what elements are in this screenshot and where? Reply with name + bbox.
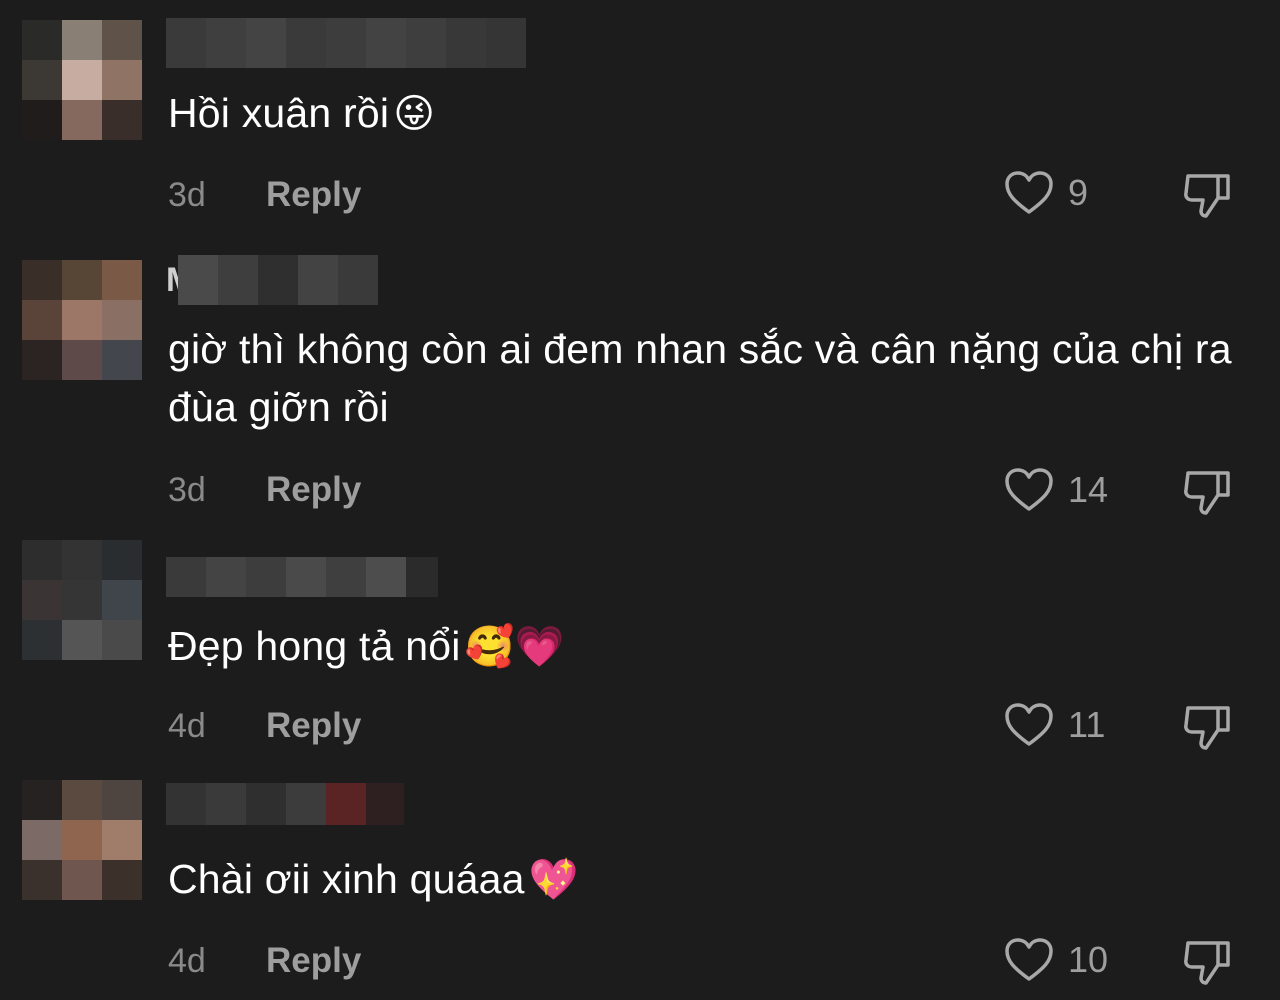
comment-text: Chài ơii xinh quáaa 💖 bbox=[168, 850, 1248, 909]
reply-button[interactable]: Reply bbox=[266, 706, 361, 746]
username-initial: M bbox=[166, 255, 178, 305]
dislike-button[interactable] bbox=[1182, 168, 1234, 220]
comment-timestamp: 3d bbox=[168, 176, 206, 214]
comment-text: Hồi xuân rồi 😜 bbox=[168, 84, 1248, 143]
heart-icon bbox=[1005, 938, 1053, 981]
like-button[interactable]: 10 bbox=[1004, 937, 1108, 983]
dislike-button[interactable] bbox=[1182, 935, 1234, 987]
comment-emoji: 💖 bbox=[528, 857, 579, 903]
comment-text: giờ thì không còn ai đem nhan sắc và cân… bbox=[168, 320, 1248, 436]
like-count: 9 bbox=[1068, 172, 1089, 213]
avatar[interactable] bbox=[22, 260, 142, 380]
like-count: 11 bbox=[1068, 704, 1106, 745]
comment-timestamp: 4d bbox=[168, 707, 206, 745]
username-redacted[interactable] bbox=[166, 557, 438, 597]
comment-text-content: giờ thì không còn ai đem nhan sắc và cân… bbox=[168, 326, 1232, 430]
comment-emoji: 😜 bbox=[393, 91, 436, 137]
avatar[interactable] bbox=[22, 540, 142, 660]
thumbs-down-icon bbox=[1184, 706, 1230, 750]
username-redacted[interactable]: M bbox=[166, 255, 378, 305]
like-count: 10 bbox=[1068, 939, 1109, 980]
comment-item: Chài ơii xinh quáaa 💖 4d Reply 10 bbox=[0, 775, 1280, 1000]
heart-icon bbox=[1005, 171, 1053, 214]
reply-button[interactable]: Reply bbox=[266, 175, 361, 215]
heart-icon bbox=[1005, 468, 1053, 511]
thumbs-down-icon bbox=[1184, 174, 1230, 218]
comment-text-content: Chài ơii xinh quáaa bbox=[168, 856, 525, 902]
username-redacted[interactable] bbox=[166, 18, 526, 68]
dislike-button[interactable] bbox=[1182, 465, 1234, 517]
comment-list: Hồi xuân rồi😜 3d Reply 9 M giờ thì không… bbox=[0, 0, 1280, 1000]
comment-item: Hồi xuân rồi 😜 3d Reply 9 bbox=[0, 0, 1280, 235]
avatar[interactable] bbox=[22, 780, 142, 900]
like-button[interactable]: 14 bbox=[1004, 467, 1108, 513]
reply-button[interactable]: Reply bbox=[266, 941, 361, 981]
reply-button[interactable]: Reply bbox=[266, 470, 361, 510]
comment-text-content: Đẹp hong tả nổi bbox=[168, 623, 461, 669]
comment-text: Đẹp hong tả nổi 🥰💗 bbox=[168, 617, 1248, 676]
thumbs-down-icon bbox=[1184, 941, 1230, 985]
thumbs-down-icon bbox=[1184, 471, 1230, 515]
comment-item: Đẹp hong tả nổi 🥰💗 4d Reply 11 bbox=[0, 535, 1280, 775]
like-button[interactable]: 9 bbox=[1004, 170, 1088, 216]
comment-timestamp: 4d bbox=[168, 942, 206, 980]
heart-icon bbox=[1005, 703, 1053, 746]
dislike-button[interactable] bbox=[1182, 700, 1234, 752]
username-redacted[interactable] bbox=[166, 783, 404, 825]
avatar[interactable] bbox=[22, 20, 142, 140]
like-count: 14 bbox=[1068, 469, 1109, 510]
comment-text-content: Hồi xuân rồi bbox=[168, 90, 390, 136]
comment-emoji: 🥰💗 bbox=[464, 624, 565, 670]
comment-timestamp: 3d bbox=[168, 471, 206, 509]
like-button[interactable]: 11 bbox=[1004, 702, 1105, 748]
comment-item: M giờ thì không còn ai đem nhan sắc và c… bbox=[0, 235, 1280, 535]
